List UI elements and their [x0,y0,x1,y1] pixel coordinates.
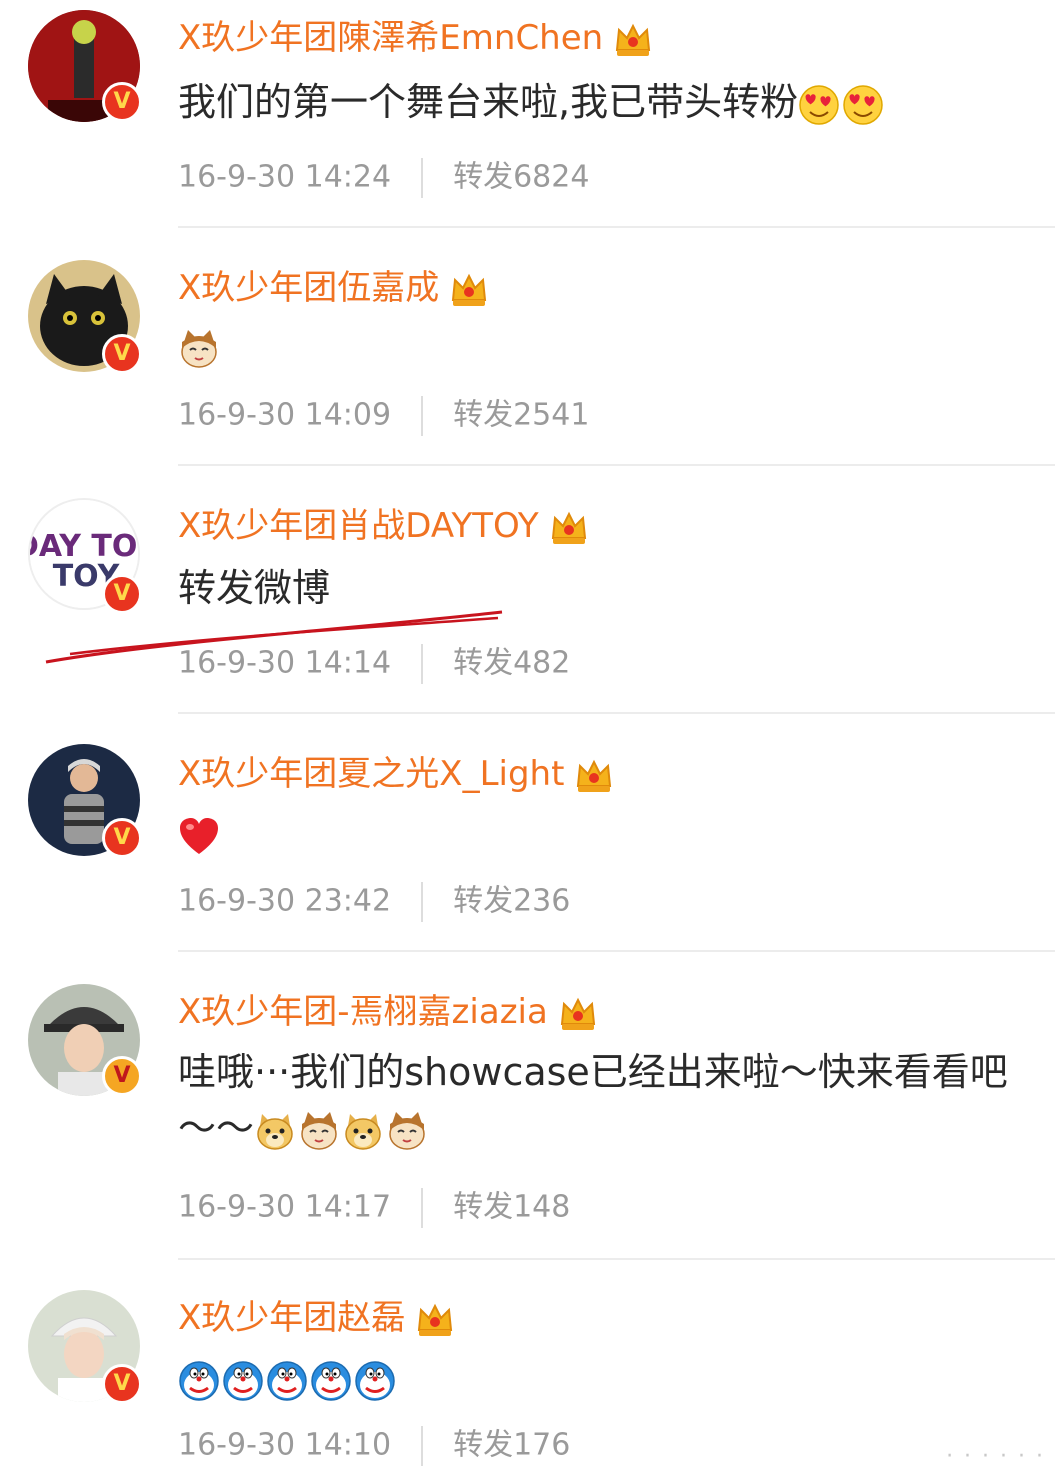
username[interactable]: X玖少年团陳澤希EmnChen [178,18,653,60]
timestamp: 16-9-30 14:17 [178,1189,392,1225]
comment-text: 我们的第一个舞台来啦,我已带头转粉 [178,74,1038,130]
red-heart-emoji [180,817,218,854]
doraemon-emoji [267,1360,307,1401]
username[interactable]: X玖少年团肖战DAYTOY [178,506,589,548]
verified-badge: V [102,818,142,858]
comment-row: V X玖少年团赵磊 16-9-30 14:10 转发176 [0,1260,1055,1477]
crown-icon [551,511,586,544]
repost-count[interactable]: 转发2541 [453,398,589,433]
username[interactable]: X玖少年团赵磊 [178,1298,455,1340]
comment-text [178,318,1038,374]
repost-count[interactable]: 转发176 [453,1428,570,1463]
cat-face-emoji [181,329,217,368]
heart-eyes-emoji [799,84,839,125]
doraemon-emoji [311,1360,351,1401]
meta-line: 16-9-30 14:10 转发176 [178,1426,570,1466]
comment-row: V X玖少年团夏之光X_Light 16-9-30 23:42 转发236 [0,714,1055,952]
username-text: X玖少年团-焉栩嘉ziazia [178,992,548,1032]
meta-line: 16-9-30 14:24 转发6824 [178,158,589,198]
username[interactable]: X玖少年团伍嘉成 [178,268,489,310]
heart-eyes-emoji [843,84,883,125]
doraemon-emoji [355,1360,395,1401]
doraemon-emoji [223,1360,263,1401]
repost-count[interactable]: 转发236 [453,884,570,919]
meta-separator [421,1426,424,1466]
crown-icon [452,273,487,306]
meta-separator [421,1188,424,1228]
verified-badge: V [102,334,142,374]
meta-separator [421,396,424,436]
username-text: X玖少年团夏之光X_Light [178,754,565,794]
repost-count[interactable]: 转发6824 [453,160,589,195]
crown-icon [577,759,612,792]
repost-count[interactable]: 转发482 [453,646,570,681]
meta-separator [421,644,424,684]
username-text: X玖少年团赵磊 [178,1298,406,1338]
meta-line: 16-9-30 14:09 转发2541 [178,396,589,436]
timestamp: 16-9-30 14:24 [178,159,392,195]
crown-icon [616,23,651,56]
cat-face-emoji [301,1111,337,1150]
username-text: X玖少年团肖战DAYTOY [178,506,539,546]
meta-line: 16-9-30 23:42 转发236 [178,882,570,922]
comment-row: DAY TOYTOY V X玖少年团肖战DAYTOY 转发微博 16-9-30 … [0,466,1055,714]
comment-row: V X玖少年团-焉栩嘉ziazia 哇哦···我们的showcase已经出来啦～… [0,952,1055,1260]
meta-line: 16-9-30 14:17 转发148 [178,1188,570,1228]
doge-emoji [345,1113,381,1150]
meta-separator [421,158,424,198]
crown-icon [560,997,595,1030]
timestamp: 16-9-30 14:10 [178,1427,392,1463]
username-text: X玖少年团伍嘉成 [178,268,440,308]
repost-count[interactable]: 转发148 [453,1190,570,1225]
doraemon-emoji [179,1360,219,1401]
verified-badge: V [102,1364,142,1404]
cat-face-emoji [389,1111,425,1150]
comment-text: 哇哦···我们的showcase已经出来啦～快来看看吧～～ [178,1044,1038,1156]
crown-icon [418,1303,453,1336]
comment-text [178,1350,1038,1406]
username-text: X玖少年团陳澤希EmnChen [178,18,604,58]
timestamp: 16-9-30 14:14 [178,645,392,681]
timestamp: 16-9-30 14:09 [178,397,392,433]
comment-row: V X玖少年团陳澤希EmnChen 我们的第一个舞台来啦,我已带头转粉 16-9… [0,0,1055,228]
meta-separator [421,882,424,922]
doge-emoji [257,1113,293,1150]
timestamp: 16-9-30 23:42 [178,883,392,919]
watermark: · · · · · · [946,1444,1045,1469]
meta-line: 16-9-30 14:14 转发482 [178,644,570,684]
comment-text [178,806,1038,862]
username[interactable]: X玖少年团-焉栩嘉ziazia [178,992,598,1034]
verified-badge: V [102,82,142,122]
comment-text-body: 我们的第一个舞台来啦,我已带头转粉 [178,80,799,124]
comment-row: V X玖少年团伍嘉成 16-9-30 14:09 转发2541 [0,228,1055,466]
verified-badge: V [102,1056,142,1096]
username[interactable]: X玖少年团夏之光X_Light [178,754,614,796]
